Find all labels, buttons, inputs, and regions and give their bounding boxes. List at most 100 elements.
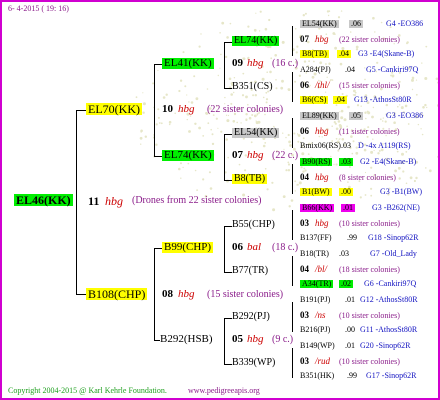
watermark-dot	[139, 136, 143, 140]
g4-queen[interactable]: B351(HK)	[300, 372, 334, 380]
g4-queen[interactable]: B90(RS)	[300, 158, 333, 166]
g4-queen[interactable]: B149(WP)	[300, 342, 335, 350]
watermark-dot	[254, 94, 257, 97]
watermark-dot	[370, 194, 373, 197]
gen3-d2-queen[interactable]: B339(WP)	[232, 358, 275, 368]
watermark-dot	[340, 109, 344, 113]
watermark-dot	[360, 105, 362, 107]
gen2-a-queen[interactable]: EL41(KK)	[162, 58, 214, 69]
gen3-c2-queen[interactable]: B77(TR)	[232, 266, 268, 276]
gen2-a-note: (16 c.)	[272, 58, 299, 69]
watermark-dot	[309, 84, 311, 86]
g4-queen[interactable]: B1(BW)	[300, 188, 332, 196]
g4-count: 03	[300, 218, 309, 228]
watermark-dot	[288, 205, 291, 208]
gen3-d1-queen[interactable]: B292(PJ)	[232, 312, 270, 322]
watermark-dot	[376, 61, 379, 64]
watermark-dot	[296, 133, 299, 135]
root-queen[interactable]: EL46(KK)	[14, 194, 73, 206]
watermark-dot	[313, 60, 315, 63]
watermark-dot	[288, 140, 291, 144]
tree-line	[292, 302, 293, 332]
gen1-bottom-queen[interactable]: B108(CHP)	[86, 288, 148, 300]
watermark-dot	[371, 115, 374, 119]
watermark-dot	[293, 132, 296, 135]
g4-queen[interactable]: B191(PJ)	[300, 296, 330, 304]
watermark-dot	[415, 176, 418, 180]
watermark-dot	[327, 14, 330, 17]
watermark-dot	[377, 152, 380, 155]
watermark-dot	[421, 62, 423, 64]
g4-code: G17 -Sinop62R	[366, 371, 417, 380]
watermark-dot	[422, 106, 425, 109]
watermark-dot	[229, 22, 232, 25]
watermark-dot	[180, 162, 182, 165]
gen3-b1-queen[interactable]: EL54(KK)	[232, 128, 280, 138]
g4-count: 06	[300, 126, 309, 136]
g4-queen[interactable]: B216(PJ)	[300, 326, 330, 334]
tree-line	[292, 164, 293, 194]
website-link[interactable]: www.pedigreeapis.org	[188, 387, 260, 395]
watermark-dot	[330, 155, 332, 158]
watermark-dot	[397, 166, 401, 170]
watermark-dot	[245, 118, 248, 121]
g4-queen[interactable]: B66(KK)	[300, 204, 335, 212]
g4-queen[interactable]: A284(PJ)	[300, 66, 331, 74]
g4-queen[interactable]: B137(FF)	[300, 234, 332, 242]
g4-value: .01	[345, 295, 355, 304]
tree-line	[76, 294, 86, 295]
g4-value: .01	[345, 341, 355, 350]
watermark-dot	[370, 166, 373, 169]
root-note: (Drones from 22 sister colonies)	[132, 195, 262, 206]
watermark-dot	[287, 88, 290, 91]
g4-code: D -4x A119(RS)	[358, 141, 411, 150]
pedigree-chart: 6- 4-2015 ( 19: 16) EL46(KK) 11 hbg (Dro…	[0, 0, 440, 400]
g4-queen[interactable]: A34(TR)	[300, 280, 334, 288]
watermark-dot	[186, 118, 188, 121]
watermark-dot	[304, 12, 307, 15]
g4-count: 04	[300, 172, 309, 182]
gen3-c1-queen[interactable]: B55(CHP)	[232, 220, 275, 230]
watermark-dot	[349, 31, 352, 33]
watermark-dot	[407, 123, 410, 125]
g4-queen[interactable]: EL89(KK)	[300, 112, 339, 120]
watermark-dot	[242, 57, 246, 61]
watermark-dot	[269, 70, 272, 74]
watermark-dot	[194, 169, 197, 172]
watermark-dot	[252, 94, 255, 97]
g4-value: .04	[345, 65, 355, 74]
watermark-dot	[282, 132, 284, 134]
tree-line	[292, 72, 293, 102]
watermark-dot	[308, 60, 310, 63]
watermark-dot	[378, 149, 381, 152]
tree-line	[224, 88, 232, 89]
g4-queen[interactable]: B8(TB)	[300, 50, 329, 58]
watermark-dot	[209, 187, 213, 190]
watermark-dot	[424, 103, 427, 107]
watermark-dot	[296, 184, 298, 186]
g4-queen[interactable]: EL54(KK)	[300, 20, 339, 28]
gen1-top-queen[interactable]: EL70(KK)	[86, 103, 142, 115]
g4-queen[interactable]: B6(CS)	[300, 96, 329, 104]
watermark-dot	[397, 105, 399, 108]
gen2-b-queen[interactable]: EL74(KK)	[162, 150, 214, 161]
g4-queen[interactable]: B18(TR)	[300, 250, 329, 258]
gen2-d-queen[interactable]: B292(HSB)	[160, 334, 213, 345]
watermark-dot	[373, 149, 375, 152]
watermark-dot	[142, 111, 145, 114]
gen3-a1-queen[interactable]: EL74(KK)	[232, 36, 280, 46]
gen2-c-queen[interactable]: B99(CHP)	[162, 242, 214, 253]
watermark-dot	[266, 71, 269, 73]
watermark-dot	[364, 194, 367, 196]
watermark-dot	[297, 140, 300, 143]
watermark-dot	[215, 117, 218, 120]
gen3-a2-queen[interactable]: B351(CS)	[232, 82, 273, 92]
g4-queen[interactable]: Bmix06(RS)	[300, 142, 341, 150]
tree-line	[224, 134, 232, 135]
watermark-dot	[142, 102, 146, 106]
watermark-dot	[140, 130, 143, 133]
gen1-top-count: 10	[162, 103, 173, 115]
tree-line	[154, 64, 162, 65]
watermark-dot	[187, 162, 190, 165]
gen3-b2-queen[interactable]: B8(TB)	[232, 174, 268, 184]
